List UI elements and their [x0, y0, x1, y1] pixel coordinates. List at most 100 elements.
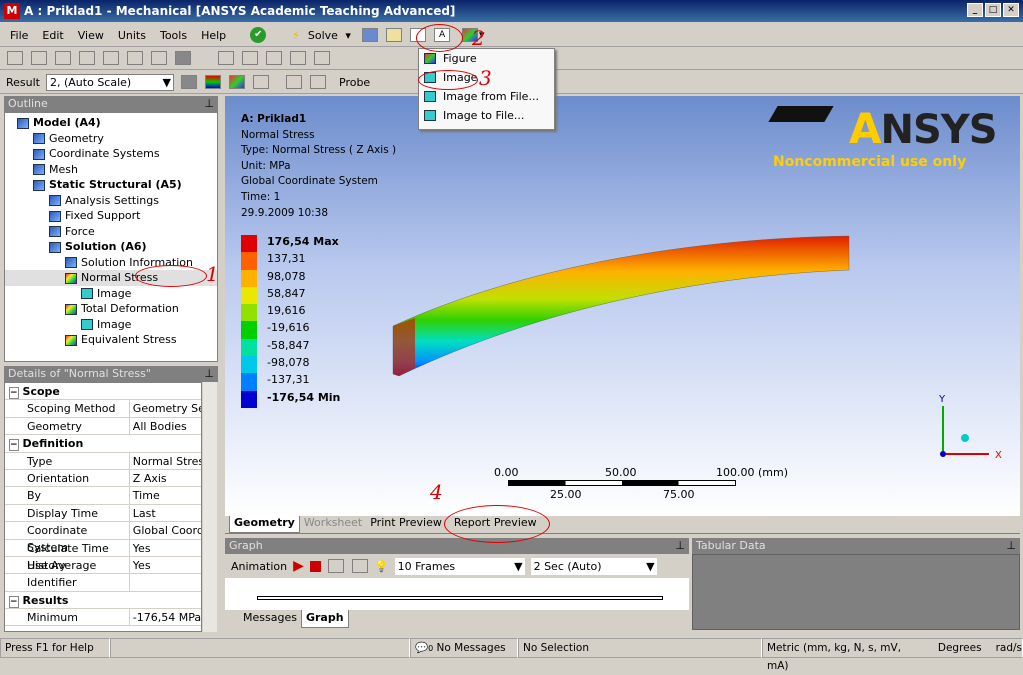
tab-worksheet[interactable]: Worksheet — [300, 516, 366, 533]
tree-item[interactable]: Fixed Support — [5, 208, 217, 224]
tree-item[interactable]: Force — [5, 224, 217, 240]
annotation-4: 4 — [430, 480, 443, 504]
play-button[interactable]: ▶ — [293, 558, 304, 574]
vector-icon[interactable] — [253, 75, 269, 89]
geometry-display-icon[interactable] — [181, 75, 197, 89]
insert-icon[interactable] — [361, 28, 378, 42]
tab-print-preview[interactable]: Print Preview — [366, 516, 446, 533]
window-title: A : Priklad1 - Mechanical [ANSYS Academi… — [24, 4, 456, 18]
collapse-icon[interactable]: − — [9, 595, 19, 608]
vertex-icon[interactable] — [103, 51, 119, 65]
details-row[interactable]: Coordinate SystemGlobal Coordinate Syste… — [5, 522, 201, 554]
section-header[interactable]: − Results — [5, 591, 201, 610]
duration-select[interactable]: 2 Sec (Auto) ▼ — [530, 557, 657, 575]
menu-file[interactable]: File — [6, 29, 32, 42]
section-header[interactable]: − Definition — [5, 435, 201, 453]
details-row[interactable]: By Time — [5, 487, 201, 505]
tab-messages[interactable]: Messages — [239, 610, 301, 628]
frames-select[interactable]: 10 Frames ▼ — [394, 557, 525, 575]
tree-item[interactable]: Mesh — [5, 162, 217, 178]
legend-entry: 19,616 — [241, 304, 340, 322]
status-units[interactable]: Metric (mm, kg, N, s, mV, mA) Degrees rad/… — [762, 638, 1023, 672]
section-header[interactable]: − Scope — [5, 383, 201, 401]
pan-icon[interactable] — [242, 51, 258, 65]
details-row[interactable]: TypeNormal Stress — [5, 452, 201, 470]
max-icon[interactable] — [286, 75, 302, 89]
color-legend: 176,54 Max 137,31 98,078 58,847 19,616 -19,61… — [241, 235, 340, 408]
details-row[interactable]: Identifier — [5, 574, 201, 592]
tree-item[interactable]: Total Deformation — [5, 301, 217, 317]
tree-item[interactable]: Solution (A6) — [5, 239, 217, 255]
y-axis-label: Y — [938, 394, 946, 405]
details-row[interactable]: Minimum -176,54 MPa — [5, 609, 201, 627]
menu-units[interactable]: Units — [114, 29, 150, 42]
body-icon[interactable] — [175, 51, 191, 65]
tab-geometry[interactable]: Geometry — [229, 516, 300, 533]
details-row[interactable]: Calculate Time History Yes — [5, 539, 201, 572]
details-row[interactable]: Scoping MethodGeometry Selection — [5, 400, 201, 418]
point-icon[interactable] — [31, 51, 47, 65]
min-icon[interactable] — [310, 75, 326, 89]
tree-item[interactable]: Model (A4) — [5, 115, 217, 131]
select-icon[interactable] — [7, 51, 23, 65]
label-icon[interactable] — [385, 28, 402, 42]
status-messages[interactable]: 💬0 No Messages — [410, 638, 518, 658]
details-header: Details of "Normal Stress" ⊥ — [4, 366, 218, 382]
tab-graph[interactable]: Graph — [300, 610, 349, 628]
timeline[interactable] — [225, 578, 689, 610]
tree-item[interactable]: Image — [5, 286, 217, 302]
probe-button[interactable]: Probe — [339, 76, 370, 89]
menu-tools[interactable]: Tools — [156, 29, 191, 42]
edges-icon[interactable] — [229, 75, 245, 89]
legend-entry: -19,616 — [241, 321, 340, 339]
tree-item[interactable]: Equivalent Stress — [5, 332, 217, 348]
zoom-icon[interactable] — [266, 51, 282, 65]
tree-item[interactable]: Coordinate Systems — [5, 146, 217, 162]
tree-node-icon — [65, 272, 77, 284]
result-scale-select[interactable]: 2, (Auto Scale) ▼ — [46, 73, 174, 91]
coord-icon[interactable] — [55, 51, 71, 65]
cursor-icon[interactable] — [79, 51, 95, 65]
check-icon[interactable]: ✔ — [250, 27, 267, 43]
tree-item[interactable]: Image — [5, 317, 217, 333]
menu-help[interactable]: Help — [197, 29, 230, 42]
close-button[interactable]: ✕ — [1003, 3, 1019, 17]
face-icon[interactable] — [151, 51, 167, 65]
distributed-icon[interactable] — [351, 559, 368, 573]
details-row[interactable]: Use Average Yes — [5, 556, 201, 575]
pin-icon[interactable]: ⊥ — [204, 96, 214, 112]
annotation-ellipse — [444, 505, 550, 543]
zoom-fit-icon[interactable] — [314, 51, 330, 65]
menu-view[interactable]: View — [74, 29, 108, 42]
solve-button[interactable]: ⚡ Solve ▾ — [284, 29, 355, 42]
minimize-button[interactable]: _ — [967, 3, 983, 17]
maximize-button[interactable]: □ — [985, 3, 1001, 17]
tree-node-icon — [33, 133, 45, 144]
menu-edit[interactable]: Edit — [38, 29, 67, 42]
details-row[interactable]: Geometry All Bodies — [5, 417, 201, 436]
pin-icon[interactable]: ⊥ — [204, 366, 214, 382]
tree-item[interactable]: Geometry — [5, 131, 217, 147]
rotate-icon[interactable] — [218, 51, 234, 65]
legend-swatch — [241, 373, 257, 391]
stop-button[interactable] — [309, 560, 321, 572]
box-zoom-icon[interactable] — [290, 51, 306, 65]
pin-icon[interactable]: ⊥ — [1006, 538, 1016, 554]
menu-item-image-to-file[interactable]: Image to File... — [419, 106, 554, 125]
pin-icon[interactable]: ⊥ — [675, 538, 685, 554]
frames-icon[interactable] — [327, 559, 344, 573]
edge-icon[interactable] — [127, 51, 143, 65]
figure-icon — [424, 53, 436, 64]
lightbulb-icon[interactable]: 💡 — [375, 560, 389, 573]
collapse-icon[interactable]: − — [9, 439, 19, 452]
annotation-2: 2 — [472, 26, 485, 50]
graphics-viewport[interactable]: A: Priklad1 Normal Stress Type: Normal S… — [225, 96, 1020, 516]
legend-swatch — [241, 321, 257, 339]
tree-item[interactable]: Static Structural (A5) — [5, 177, 217, 193]
details-row[interactable]: Display Time Last — [5, 504, 201, 523]
collapse-icon[interactable]: − — [9, 387, 19, 399]
tree-item[interactable]: Analysis Settings — [5, 193, 217, 209]
details-row[interactable]: Orientation Z Axis — [5, 469, 201, 488]
contour-icon[interactable] — [205, 75, 221, 89]
details-scrollbar[interactable] — [203, 382, 217, 632]
